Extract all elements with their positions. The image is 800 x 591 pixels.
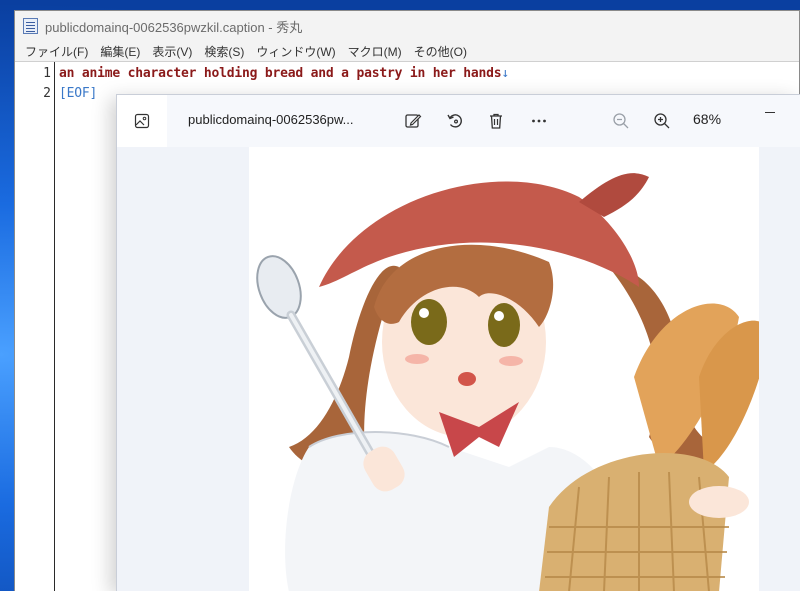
image-icon bbox=[134, 113, 150, 129]
line-number: 2 bbox=[43, 86, 51, 101]
line-number: 1 bbox=[43, 66, 51, 81]
menu-window[interactable]: ウィンドウ(W) bbox=[252, 43, 343, 60]
photo-viewer-window: publicdomainq-0062536pw... 68% bbox=[116, 94, 800, 591]
edit-image-button[interactable] bbox=[401, 109, 425, 133]
more-icon bbox=[532, 119, 546, 123]
eof-marker: [EOF] bbox=[59, 86, 98, 101]
zoom-out-icon bbox=[613, 113, 629, 129]
document-icon bbox=[23, 18, 38, 34]
delete-button[interactable] bbox=[484, 109, 508, 133]
more-options-button[interactable] bbox=[527, 109, 551, 133]
menu-search[interactable]: 検索(S) bbox=[200, 43, 252, 60]
newline-marker: ↓ bbox=[501, 66, 509, 81]
thumbnail-button[interactable] bbox=[117, 95, 167, 147]
menu-other[interactable]: その他(O) bbox=[410, 43, 475, 60]
menu-view[interactable]: 表示(V) bbox=[148, 43, 200, 60]
delete-icon bbox=[490, 113, 502, 129]
file-name: publicdomainq-0062536pw... bbox=[188, 112, 354, 127]
menu-bar: ファイル(F) 編集(E) 表示(V) 検索(S) ウィンドウ(W) マクロ(M… bbox=[15, 41, 799, 62]
line-content[interactable]: [EOF] bbox=[59, 84, 97, 104]
line-content[interactable]: an anime character holding bread and a p… bbox=[59, 64, 509, 84]
rotate-icon bbox=[447, 114, 462, 128]
zoom-out-button[interactable] bbox=[609, 109, 633, 133]
zoom-level[interactable]: 68% bbox=[693, 111, 721, 127]
viewer-toolbar: publicdomainq-0062536pw... 68% bbox=[117, 95, 800, 147]
anime-girl-illustration bbox=[256, 173, 759, 591]
editor-title: publicdomainq-0062536pwzkil.caption - 秀丸 bbox=[45, 19, 303, 35]
line-number-gutter bbox=[15, 62, 55, 591]
menu-edit[interactable]: 編集(E) bbox=[96, 43, 148, 60]
menu-file[interactable]: ファイル(F) bbox=[21, 43, 96, 60]
editor-titlebar[interactable]: publicdomainq-0062536pwzkil.caption - 秀丸 bbox=[15, 11, 799, 41]
minimize-icon[interactable] bbox=[763, 105, 777, 119]
zoom-in-button[interactable] bbox=[650, 109, 674, 133]
edit-image-icon bbox=[405, 114, 422, 128]
zoom-in-icon bbox=[654, 113, 670, 129]
menu-macro[interactable]: マクロ(M) bbox=[344, 43, 410, 60]
rotate-button[interactable] bbox=[443, 109, 467, 133]
image-canvas[interactable] bbox=[249, 147, 759, 591]
line-text: an anime character holding bread and a p… bbox=[59, 66, 502, 81]
